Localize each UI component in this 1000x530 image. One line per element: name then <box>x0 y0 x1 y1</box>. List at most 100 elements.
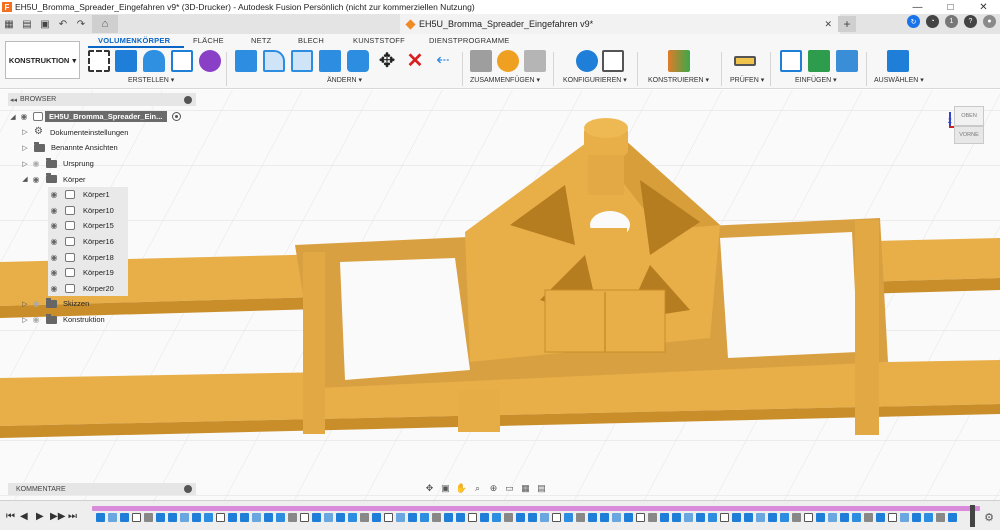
timeline-back-button[interactable]: ◀ <box>20 511 28 522</box>
tab-volumenkoerper[interactable]: VOLUMENKÖRPER <box>98 36 170 45</box>
timeline-feature-icon[interactable] <box>204 513 213 522</box>
eye-icon[interactable]: ◉ <box>30 175 42 184</box>
group-pruefen[interactable]: PRÜFEN ▾ <box>730 76 764 84</box>
timeline-feature-icon[interactable] <box>384 513 393 522</box>
group-einfuegen[interactable]: EINFÜGEN ▾ <box>795 76 837 84</box>
move-icon[interactable]: ✥ <box>376 50 398 72</box>
timeline-feature-icon[interactable] <box>276 513 285 522</box>
timeline-feature-icon[interactable] <box>552 513 561 522</box>
group-auswaehlen[interactable]: AUSWÄHLEN ▾ <box>874 76 924 84</box>
timeline-feature-icon[interactable] <box>420 513 429 522</box>
timeline-feature-icon[interactable] <box>288 513 297 522</box>
eye-icon[interactable]: ◉ <box>48 190 60 199</box>
timeline-feature-icon[interactable] <box>540 513 549 522</box>
pan-icon[interactable]: ✋ <box>455 483 468 495</box>
pin-icon[interactable] <box>184 95 192 104</box>
caret-right-icon[interactable]: ▷ <box>20 128 30 136</box>
timeline-feature-icon[interactable] <box>336 513 345 522</box>
timeline-first-button[interactable]: ⏮ <box>6 511 15 522</box>
save-icon[interactable]: ▣ <box>36 17 54 31</box>
timeline-feature-icon[interactable] <box>612 513 621 522</box>
file-menu-icon[interactable]: ▤ <box>18 17 36 31</box>
replace-face-icon[interactable]: ⇠ <box>432 50 454 72</box>
redo-icon[interactable]: ↷ <box>72 17 90 31</box>
shell-icon[interactable] <box>291 50 313 72</box>
tab-blech[interactable]: BLECH <box>298 36 324 45</box>
eye-icon[interactable]: ◉ <box>48 237 60 246</box>
browser-body-item[interactable]: ◉ Körper16 <box>48 233 128 250</box>
timeline-feature-icon[interactable] <box>492 513 501 522</box>
timeline-feature-icon[interactable] <box>804 513 813 522</box>
construct-plane-icon[interactable] <box>668 50 690 72</box>
timeline-feature-icon[interactable] <box>696 513 705 522</box>
form-icon[interactable] <box>199 50 221 72</box>
revolve-icon[interactable] <box>143 50 165 72</box>
caret-down-icon[interactable]: ◢ <box>20 175 30 183</box>
timeline-feature-icon[interactable] <box>744 513 753 522</box>
press-pull-icon[interactable] <box>235 50 257 72</box>
browser-body-item[interactable]: ◉ Körper19 <box>48 264 128 281</box>
browser-header[interactable]: ◂◂ BROWSER <box>8 93 196 106</box>
timeline-forward-button[interactable]: ▶▶ <box>50 511 65 522</box>
joint-icon[interactable] <box>470 50 492 72</box>
tab-netz[interactable]: NETZ <box>251 36 271 45</box>
timeline-feature-icon[interactable] <box>456 513 465 522</box>
timeline-feature-icon[interactable] <box>228 513 237 522</box>
undo-icon[interactable]: ↶ <box>54 17 72 31</box>
eye-hidden-icon[interactable]: ◉ <box>30 315 42 324</box>
timeline-feature-icon[interactable] <box>588 513 597 522</box>
insert-derive-icon[interactable] <box>780 50 802 72</box>
timeline-feature-icon[interactable] <box>180 513 189 522</box>
timeline-feature-icon[interactable] <box>684 513 693 522</box>
minimize-button[interactable]: — <box>901 2 934 13</box>
timeline-feature-icon[interactable] <box>828 513 837 522</box>
delete-icon[interactable]: ✕ <box>404 50 426 72</box>
new-tab-button[interactable]: + <box>838 16 856 32</box>
eye-icon[interactable]: ◉ <box>48 253 60 262</box>
timeline-feature-icon[interactable] <box>756 513 765 522</box>
pattern-icon[interactable] <box>171 50 193 72</box>
timeline-last-button[interactable]: ⏭ <box>68 511 77 522</box>
timeline-feature-icon[interactable] <box>840 513 849 522</box>
configure-icon[interactable] <box>576 50 598 72</box>
view-cube-front[interactable]: VORNE <box>954 126 984 144</box>
timeline-feature-icon[interactable] <box>300 513 309 522</box>
timeline-feature-icon[interactable] <box>216 513 225 522</box>
timeline-feature-icon[interactable] <box>132 513 141 522</box>
timeline-feature-icon[interactable] <box>444 513 453 522</box>
timeline-feature-icon[interactable] <box>660 513 669 522</box>
timeline-feature-icon[interactable] <box>912 513 921 522</box>
config-table-icon[interactable] <box>602 50 624 72</box>
group-aendern[interactable]: ÄNDERN ▾ <box>327 76 362 84</box>
browser-item-bodies[interactable]: ◢ ◉ Körper <box>8 171 196 187</box>
group-konstruieren[interactable]: KONSTRUIEREN ▾ <box>648 76 709 84</box>
home-button[interactable]: ⌂ <box>92 15 118 33</box>
zoom-window-icon[interactable]: ⊕ <box>487 483 500 495</box>
collapse-icon[interactable]: ◂◂ <box>10 96 20 104</box>
timeline-feature-icon[interactable] <box>120 513 129 522</box>
timeline-feature-icon[interactable] <box>528 513 537 522</box>
caret-right-icon[interactable]: ▷ <box>20 160 30 168</box>
timeline-feature-icon[interactable] <box>156 513 165 522</box>
close-tab-button[interactable]: ✕ <box>824 19 832 30</box>
timeline-feature-icon[interactable] <box>936 513 945 522</box>
timeline-feature-icon[interactable] <box>96 513 105 522</box>
extensions-icon[interactable]: ↻ <box>907 15 920 28</box>
group-konfigurieren[interactable]: KONFIGURIEREN ▾ <box>563 76 627 84</box>
view-cube-top[interactable]: OBEN <box>954 106 984 126</box>
timeline-feature-icon[interactable] <box>924 513 933 522</box>
tab-flaeche[interactable]: FLÄCHE <box>193 36 224 45</box>
timeline-feature-icon[interactable] <box>600 513 609 522</box>
timeline-feature-icon[interactable] <box>252 513 261 522</box>
caret-right-icon[interactable]: ▷ <box>20 316 30 324</box>
timeline-feature-icon[interactable] <box>888 513 897 522</box>
timeline-feature-icon[interactable] <box>408 513 417 522</box>
timeline-feature-icon[interactable] <box>312 513 321 522</box>
eye-icon[interactable]: ◉ <box>48 268 60 277</box>
browser-item-named-views[interactable]: ▷ Benannte Ansichten <box>8 140 196 156</box>
caret-right-icon[interactable]: ▷ <box>20 300 30 308</box>
timeline-feature-icon[interactable] <box>648 513 657 522</box>
timeline-feature-icon[interactable] <box>564 513 573 522</box>
browser-body-item[interactable]: ◉ Körper1 <box>48 186 128 203</box>
tab-dienstprogramme[interactable]: DIENSTPROGRAMME <box>429 36 510 45</box>
